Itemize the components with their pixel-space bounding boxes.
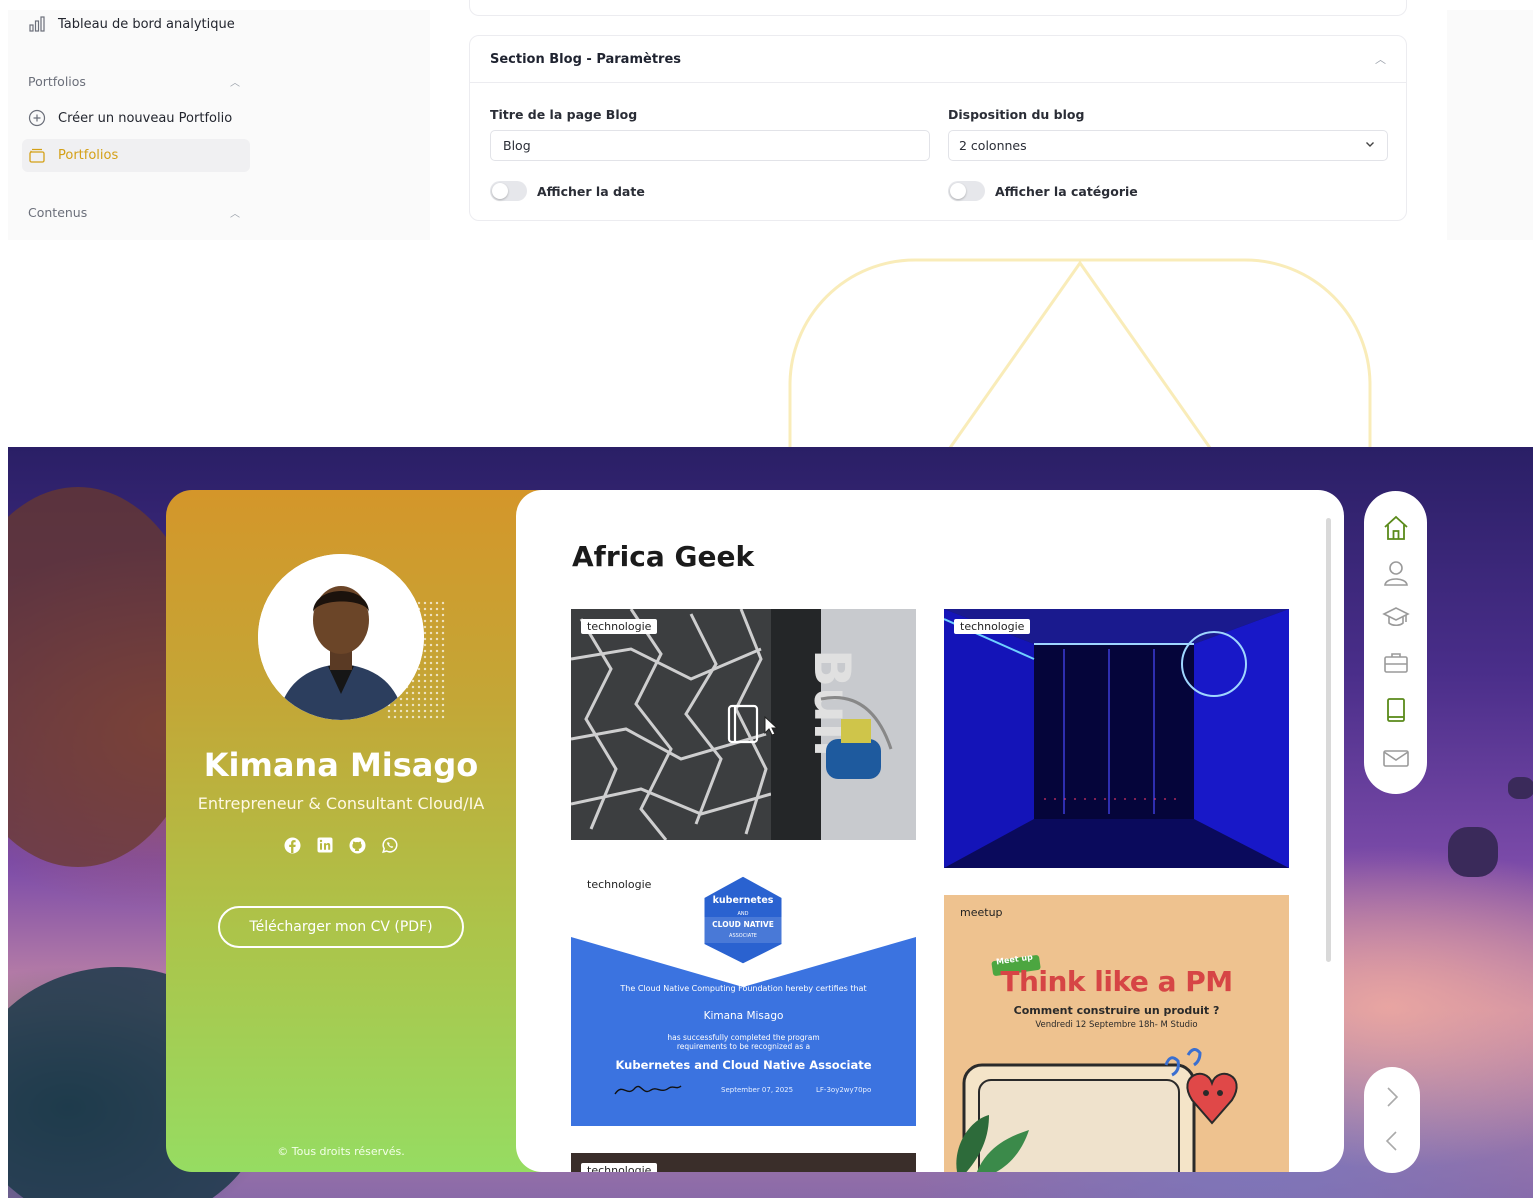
section-title: Section Blog - Paramètres bbox=[490, 51, 681, 67]
blog-layout-select[interactable]: 2 colonnes bbox=[948, 130, 1388, 161]
signature-image bbox=[614, 1085, 682, 1095]
admin-right-panel bbox=[1447, 10, 1533, 240]
book-icon[interactable] bbox=[1381, 695, 1411, 725]
cert-intro: The Cloud Native Computing Foundation he… bbox=[620, 984, 867, 993]
blog-post-card[interactable]: technologie bbox=[944, 609, 1289, 868]
avatar bbox=[258, 554, 424, 720]
content-scrollbar[interactable] bbox=[1326, 518, 1331, 962]
post-tag[interactable]: technologie bbox=[581, 1163, 658, 1172]
blog-title-label: Titre de la page Blog bbox=[490, 107, 638, 122]
bar-chart-icon bbox=[28, 15, 46, 33]
post-tag[interactable]: technologie bbox=[581, 619, 658, 634]
chevron-up-icon: ︿ bbox=[230, 209, 240, 220]
mail-icon[interactable] bbox=[1381, 743, 1411, 773]
sidebar-item-label: Créer un nouveau Portfolio bbox=[58, 110, 233, 126]
floating-rock bbox=[1448, 827, 1498, 877]
section-nav bbox=[1364, 491, 1427, 794]
chevron-down-icon bbox=[1365, 139, 1375, 152]
avatar-photo bbox=[258, 554, 424, 720]
folder-stack-icon bbox=[28, 146, 46, 164]
cert-badge-text: kubernetes bbox=[712, 895, 774, 906]
chevron-up-icon[interactable]: ︿ bbox=[1375, 51, 1386, 67]
meetup-illustration bbox=[944, 895, 1289, 1172]
blog-post-card[interactable]: technologie kubernetes AND CLOUD NATIVE … bbox=[571, 867, 916, 1126]
cert-date: September 07, 2025 bbox=[721, 1086, 794, 1094]
post-tag[interactable]: meetup bbox=[954, 905, 1009, 920]
sidebar-section-label: Portfolios bbox=[28, 74, 86, 89]
profile-panel: Kimana Misago Entrepreneur & Consultant … bbox=[166, 490, 546, 1172]
portfolio-preview: Kimana Misago Entrepreneur & Consultant … bbox=[8, 447, 1533, 1198]
sidebar-section-contents[interactable]: Contenus ︿ bbox=[28, 205, 240, 220]
show-category-toggle[interactable] bbox=[948, 181, 985, 201]
cert-badge-text: CLOUD NATIVE bbox=[712, 920, 774, 929]
blog-post-card[interactable]: technologie bbox=[571, 1153, 916, 1172]
facebook-icon[interactable] bbox=[283, 836, 301, 854]
loading-outline-icon bbox=[788, 258, 1372, 455]
linkedin-icon[interactable] bbox=[316, 836, 334, 854]
meetup-when: Vendredi 12 Septembre 18h- M Studio bbox=[1035, 1020, 1198, 1030]
blog-post-card[interactable]: meetup Meet up Think like a PM Comment c… bbox=[944, 895, 1289, 1172]
show-date-label: Afficher la date bbox=[537, 184, 645, 199]
blog-post-card[interactable]: Bull technologie bbox=[571, 609, 916, 840]
admin-panel: Tableau de bord analytique Portfolios ︿ … bbox=[0, 0, 1533, 240]
sidebar-item-analytics[interactable]: Tableau de bord analytique bbox=[28, 15, 235, 33]
sidebar-section-portfolios[interactable]: Portfolios ︿ bbox=[28, 74, 240, 89]
sidebar-item-portfolios[interactable]: Portfolios bbox=[28, 146, 118, 164]
meetup-question: Comment construire un produit ? bbox=[1013, 1004, 1220, 1017]
sidebar-section-label: Contenus bbox=[28, 205, 88, 220]
profile-role: Entrepreneur & Consultant Cloud/IA bbox=[197, 794, 485, 813]
blog-content-panel: Africa Geek Bull technologie technologie… bbox=[516, 490, 1344, 1172]
sidebar-item-label: Portfolios bbox=[58, 147, 119, 163]
copyright: © Tous droits réservés. bbox=[277, 1145, 405, 1158]
profile-name: Kimana Misago bbox=[203, 746, 479, 784]
chevron-left-icon[interactable] bbox=[1380, 1129, 1404, 1153]
chevron-up-icon: ︿ bbox=[230, 78, 240, 89]
post-image: Bull bbox=[571, 609, 916, 840]
whatsapp-icon[interactable] bbox=[381, 836, 399, 854]
post-tag[interactable]: technologie bbox=[581, 877, 657, 892]
sidebar-item-label: Tableau de bord analytique bbox=[58, 16, 235, 32]
blog-layout-label: Disposition du blog bbox=[948, 107, 1085, 122]
pagination-nav bbox=[1364, 1067, 1420, 1173]
social-links bbox=[283, 836, 399, 854]
cert-completed: has successfully completed the program r… bbox=[667, 1033, 820, 1052]
blog-title-input[interactable]: Blog bbox=[490, 130, 930, 161]
cert-badge-and: AND bbox=[737, 911, 749, 917]
select-value: 2 colonnes bbox=[959, 138, 1027, 153]
blog-settings-card: Section Blog - Paramètres ︿ Titre de la … bbox=[469, 35, 1407, 221]
admin-main: Section Blog - Paramètres ︿ Titre de la … bbox=[450, 0, 1425, 240]
blog-settings-header[interactable]: Section Blog - Paramètres ︿ bbox=[470, 36, 1406, 83]
previous-section-card bbox=[469, 0, 1407, 16]
show-category-label: Afficher la catégorie bbox=[995, 184, 1138, 199]
cert-recipient: Kimana Misago bbox=[703, 1010, 784, 1022]
blog-title: Africa Geek bbox=[572, 540, 755, 573]
cert-program: Kubernetes and Cloud Native Associate bbox=[615, 1058, 872, 1072]
input-value: Blog bbox=[503, 138, 531, 153]
cert-id: LF-3oy2wy70po bbox=[816, 1086, 872, 1094]
home-icon[interactable] bbox=[1381, 513, 1411, 543]
github-icon[interactable] bbox=[348, 836, 366, 854]
user-icon[interactable] bbox=[1381, 558, 1411, 588]
cert-badge-text: ASSOCIATE bbox=[729, 933, 757, 939]
show-date-toggle[interactable] bbox=[490, 181, 527, 201]
admin-sidebar: Tableau de bord analytique Portfolios ︿ … bbox=[8, 10, 430, 240]
plus-circle-icon bbox=[28, 109, 46, 127]
chevron-right-icon[interactable] bbox=[1380, 1085, 1404, 1109]
post-tag[interactable]: technologie bbox=[954, 619, 1031, 634]
sidebar-item-create-portfolio[interactable]: Créer un nouveau Portfolio bbox=[28, 109, 232, 127]
meetup-headline: Think like a PM bbox=[1000, 965, 1233, 998]
download-cv-button[interactable]: Télécharger mon CV (PDF) bbox=[218, 906, 464, 948]
briefcase-icon[interactable] bbox=[1381, 648, 1411, 678]
floating-rock bbox=[1508, 777, 1533, 799]
graduation-cap-icon[interactable] bbox=[1381, 602, 1411, 632]
post-image bbox=[944, 609, 1289, 868]
